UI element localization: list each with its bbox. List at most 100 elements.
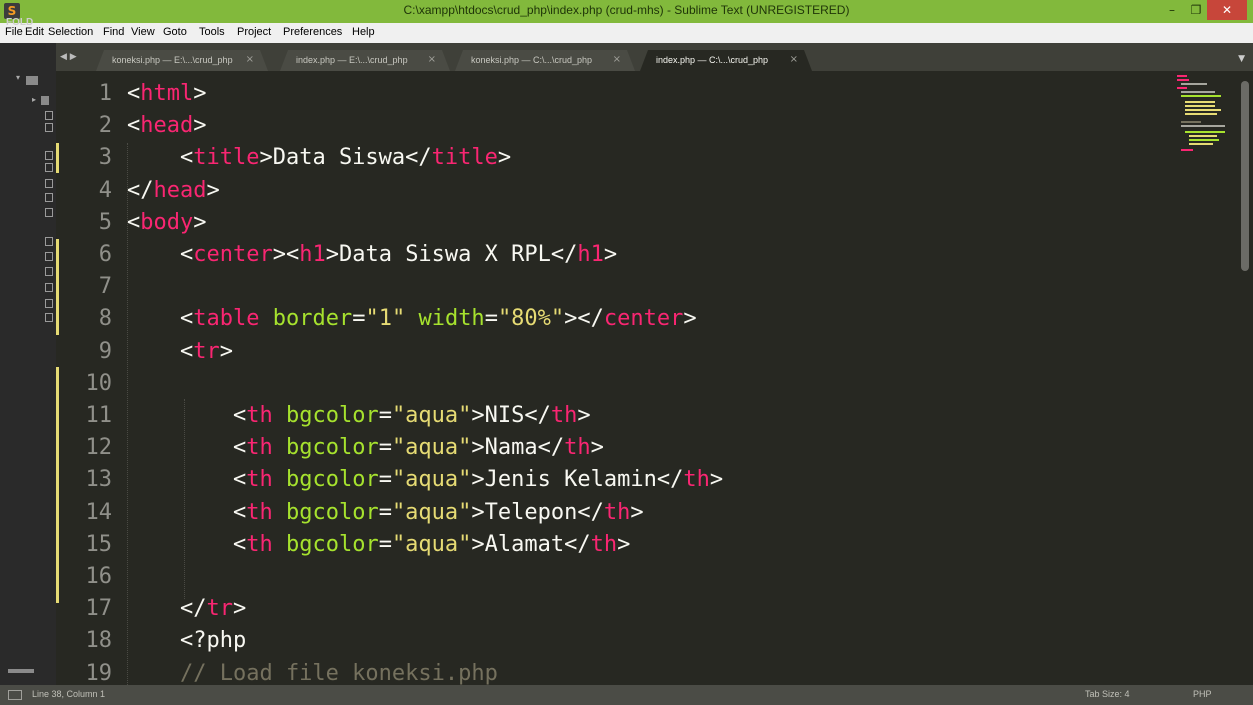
code-line[interactable]: 8 <table border="1" width="80%"></center… bbox=[56, 303, 1236, 335]
code-token: < bbox=[127, 145, 194, 171]
code-token: > bbox=[497, 145, 512, 171]
minimize-button[interactable]: – bbox=[1161, 0, 1183, 20]
tab-index-c-active[interactable]: index.php — C:\...\crud_php × bbox=[640, 50, 812, 71]
code-line[interactable]: 14 <th bgcolor="aqua">Telepon</th> bbox=[56, 497, 1236, 529]
tab-close-icon[interactable]: × bbox=[613, 54, 621, 65]
code-line[interactable]: 17 </tr> bbox=[56, 593, 1236, 625]
code-line[interactable]: 7 bbox=[56, 271, 1236, 303]
menu-selection[interactable]: Selection bbox=[48, 26, 93, 38]
code-line[interactable]: 4 </head> bbox=[56, 175, 1236, 207]
code-line[interactable]: 13 <th bgcolor="aqua">Jenis Kelamin</th> bbox=[56, 464, 1236, 496]
tab-close-icon[interactable]: × bbox=[790, 54, 798, 65]
code-token: th bbox=[246, 403, 273, 428]
file-icon[interactable] bbox=[45, 208, 53, 217]
file-icon[interactable] bbox=[45, 313, 53, 322]
tab-label: index.php — C:\...\crud_php bbox=[656, 55, 769, 65]
code-token: tr bbox=[193, 338, 220, 364]
code-line[interactable]: 2 <head> bbox=[56, 110, 1236, 142]
code-token: h1 bbox=[299, 242, 326, 267]
code-line[interactable]: 16 bbox=[56, 561, 1236, 593]
code-token: bgcolor bbox=[285, 403, 379, 428]
code-token: < bbox=[127, 113, 141, 139]
tab-close-icon[interactable]: × bbox=[428, 54, 436, 65]
code-text: <th bgcolor="aqua">Alamat</th> bbox=[127, 529, 630, 561]
menu-find[interactable]: Find bbox=[103, 26, 124, 38]
code-line[interactable]: 10 bbox=[56, 368, 1236, 400]
code-line[interactable]: 11 <th bgcolor="aqua">NIS</th> bbox=[56, 400, 1236, 432]
syntax-indicator[interactable]: PHP bbox=[1193, 689, 1212, 699]
tab-koneksi-c[interactable]: koneksi.php — C:\...\crud_php × bbox=[455, 50, 635, 71]
menu-project[interactable]: Project bbox=[237, 26, 271, 38]
line-number: 10 bbox=[85, 370, 113, 396]
file-icon[interactable] bbox=[45, 111, 53, 120]
code-token: th bbox=[590, 531, 618, 557]
panel-toggle-icon[interactable] bbox=[8, 690, 22, 700]
code-line[interactable]: 15 <th bgcolor="aqua">Alamat</th> bbox=[56, 529, 1236, 561]
code-token: < bbox=[127, 403, 247, 428]
menu-goto[interactable]: Goto bbox=[163, 26, 187, 38]
code-token: center bbox=[193, 242, 273, 267]
code-token: >< bbox=[272, 242, 300, 267]
file-icon[interactable] bbox=[45, 237, 53, 246]
tab-close-icon[interactable]: × bbox=[246, 54, 254, 65]
folder-expand-icon[interactable]: ▾ bbox=[16, 73, 20, 82]
sidebar-folders-label: FOLD bbox=[6, 17, 34, 28]
code-line[interactable]: 6 <center><h1>Data Siswa X RPL</h1> bbox=[56, 239, 1236, 271]
code-line[interactable]: 9 <tr> bbox=[56, 336, 1236, 368]
code-line[interactable]: 5 <body> bbox=[56, 207, 1236, 239]
code-text: </head> bbox=[127, 175, 220, 207]
code-line[interactable]: 3 <title>Data Siswa</title> bbox=[56, 142, 1236, 174]
file-icon[interactable] bbox=[45, 299, 53, 308]
code-token: head bbox=[153, 177, 207, 203]
file-icon[interactable] bbox=[45, 283, 53, 292]
tab-index-e[interactable]: index.php — E:\...\crud_php × bbox=[280, 50, 450, 71]
code-token: > bbox=[193, 209, 207, 235]
file-icon[interactable] bbox=[45, 123, 53, 132]
close-button[interactable]: ✕ bbox=[1207, 0, 1247, 20]
code-token: = bbox=[378, 435, 392, 461]
minimap-line bbox=[1181, 121, 1201, 123]
tab-size-indicator[interactable]: Tab Size: 4 bbox=[1085, 689, 1130, 699]
tab-koneksi-e[interactable]: koneksi.php — E:\...\crud_php × bbox=[96, 50, 268, 71]
code-token: > bbox=[590, 435, 604, 461]
code-token: = bbox=[378, 531, 392, 557]
vertical-scrollbar[interactable] bbox=[1238, 71, 1253, 685]
line-number: 17 bbox=[85, 596, 113, 622]
code-token: = bbox=[378, 467, 392, 493]
minimap[interactable] bbox=[1175, 73, 1235, 163]
code-token: >Data Siswa</ bbox=[259, 145, 432, 171]
file-icon[interactable] bbox=[45, 267, 53, 276]
menu-tools[interactable]: Tools bbox=[199, 26, 225, 38]
scrollbar-thumb[interactable] bbox=[1241, 81, 1249, 271]
code-editor[interactable]: 1 <html> 2 <head> 3 <title>Data Siswa</title… bbox=[56, 71, 1238, 685]
sidebar-scroll-indicator[interactable] bbox=[8, 669, 34, 673]
file-icon[interactable] bbox=[45, 252, 53, 261]
code-line[interactable]: 19 // Load file koneksi.php bbox=[56, 658, 1236, 685]
code-line[interactable]: 18 <?php bbox=[56, 625, 1236, 657]
file-icon[interactable] bbox=[45, 179, 53, 188]
code-token: >Jenis Kelamin</ bbox=[471, 467, 684, 493]
menu-preferences[interactable]: Preferences bbox=[283, 26, 342, 38]
subfolder-expand-icon[interactable]: ▸ bbox=[32, 95, 36, 104]
minimap-line bbox=[1181, 83, 1207, 85]
code-token: th bbox=[603, 499, 631, 525]
file-icon[interactable] bbox=[45, 151, 53, 160]
file-icon[interactable] bbox=[45, 163, 53, 172]
line-number: 5 bbox=[98, 209, 112, 235]
code-token: ></ bbox=[564, 306, 604, 332]
subfolder-icon[interactable] bbox=[41, 96, 49, 105]
maximize-button[interactable]: ❐ bbox=[1185, 0, 1207, 20]
menu-help[interactable]: Help bbox=[352, 26, 375, 38]
minimap-line bbox=[1185, 101, 1215, 103]
menu-view[interactable]: View bbox=[131, 26, 155, 38]
file-icon[interactable] bbox=[45, 193, 53, 202]
tab-dropdown-icon[interactable]: ▼ bbox=[1238, 54, 1245, 64]
code-line[interactable]: 1 <html> bbox=[56, 78, 1236, 110]
minimap-line bbox=[1185, 109, 1221, 111]
code-line[interactable]: 12 <th bgcolor="aqua">Nama</th> bbox=[56, 432, 1236, 464]
folder-icon[interactable] bbox=[26, 76, 38, 85]
tab-nav-arrows-icon[interactable]: ◀ ▶ bbox=[60, 52, 77, 62]
